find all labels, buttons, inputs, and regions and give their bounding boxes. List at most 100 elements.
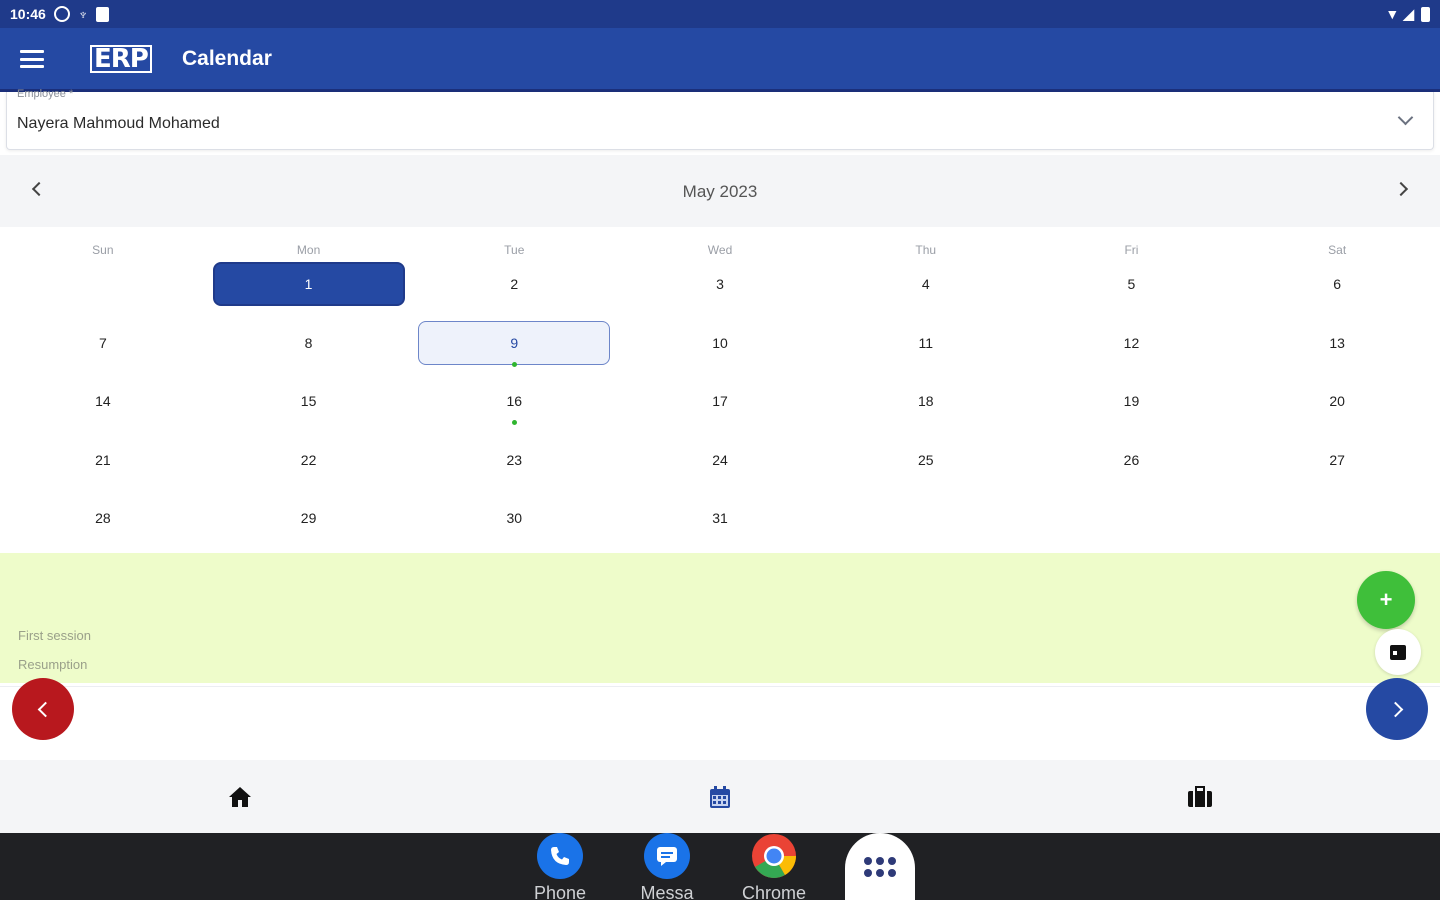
calendar-day[interactable]: 22 bbox=[206, 434, 412, 493]
calendar-day-cell[interactable]: 21 bbox=[7, 438, 199, 482]
dock-label: Phone bbox=[533, 883, 587, 903]
weekday-label: Sat bbox=[1328, 243, 1347, 257]
month-title: May 2023 bbox=[682, 182, 758, 201]
add-event-button[interactable]: + bbox=[1357, 571, 1415, 629]
calendar-day[interactable]: 5 bbox=[1029, 258, 1235, 317]
calendar-day-cell[interactable]: 12 bbox=[1035, 321, 1227, 365]
nav-calendar[interactable] bbox=[480, 760, 960, 833]
page-title: Calendar bbox=[182, 47, 272, 70]
calendar-day-cell[interactable]: 5 bbox=[1035, 262, 1227, 306]
chevron-left-icon bbox=[37, 701, 53, 717]
calendar-day[interactable]: 13 bbox=[1234, 317, 1440, 376]
calendar-day-cell[interactable]: 7 bbox=[7, 321, 199, 365]
phone-icon bbox=[537, 833, 583, 879]
calendar-day-cell[interactable]: 30 bbox=[418, 496, 610, 540]
chevron-down-icon[interactable] bbox=[1397, 109, 1414, 126]
calendar-day-cell[interactable]: 23 bbox=[418, 438, 610, 482]
event-item[interactable]: First session bbox=[18, 628, 91, 643]
nav-work[interactable] bbox=[960, 760, 1440, 833]
calendar-week-row: 28 29 30 31 bbox=[0, 492, 1440, 551]
calendar-day-cell[interactable]: 9 bbox=[418, 320, 611, 365]
employee-value: Nayera Mahmoud Mohamed bbox=[17, 115, 220, 132]
calendar-week-row: 7 8 9 10 11 12 13 bbox=[0, 317, 1440, 376]
calendar-day[interactable]: 12 bbox=[1029, 317, 1235, 376]
calendar-day-cell[interactable]: 13 bbox=[1241, 321, 1433, 365]
apps-grid-icon bbox=[864, 856, 896, 877]
calendar-day[interactable]: 26 bbox=[1029, 434, 1235, 493]
menu-icon[interactable] bbox=[20, 50, 44, 68]
calendar-day-cell[interactable]: 27 bbox=[1241, 438, 1433, 482]
calendar-day[interactable]: 11 bbox=[823, 317, 1029, 376]
usb-icon: ♆ bbox=[77, 6, 89, 22]
calendar-day-cell[interactable]: 26 bbox=[1035, 438, 1227, 482]
calendar-day[interactable]: 15 bbox=[206, 375, 412, 434]
calendar-day-cell[interactable]: 2 bbox=[418, 262, 610, 306]
calendar-day[interactable]: 10 bbox=[617, 317, 823, 376]
dock-app-phone[interactable]: Phone bbox=[515, 833, 605, 904]
calendar-day[interactable]: 2 bbox=[411, 258, 617, 317]
calendar-day-cell[interactable]: 17 bbox=[624, 379, 816, 423]
calendar-day[interactable]: 14 bbox=[0, 375, 206, 434]
app-drawer-button[interactable] bbox=[845, 833, 915, 900]
home-icon bbox=[229, 786, 251, 807]
calendar-day[interactable]: 23 bbox=[411, 434, 617, 493]
calendar-day[interactable]: 21 bbox=[0, 434, 206, 493]
previous-button[interactable] bbox=[12, 678, 74, 740]
calendar-day[interactable]: 18 bbox=[823, 375, 1029, 434]
chrome-icon bbox=[751, 833, 797, 879]
calendar-day-cell[interactable]: 19 bbox=[1035, 379, 1227, 423]
calendar-day[interactable]: 28 bbox=[0, 492, 206, 551]
calendar-day[interactable]: 7 bbox=[0, 317, 206, 376]
dock-app-messages[interactable]: Messa bbox=[622, 833, 712, 904]
calendar-day[interactable]: 9 bbox=[411, 317, 617, 376]
event-item[interactable]: Resumption bbox=[18, 657, 87, 672]
calendar-view-button[interactable] bbox=[1375, 629, 1421, 675]
wifi-icon: ▼ bbox=[1385, 6, 1400, 22]
calendar-day[interactable]: 16 bbox=[411, 375, 617, 434]
calendar-day-cell[interactable]: 31 bbox=[624, 496, 816, 540]
calendar-day[interactable]: 30 bbox=[411, 492, 617, 551]
calendar-day-cell[interactable]: 10 bbox=[624, 321, 816, 365]
calendar-day[interactable]: 19 bbox=[1029, 375, 1235, 434]
calendar-day[interactable]: 24 bbox=[617, 434, 823, 493]
calendar-day-cell[interactable]: 20 bbox=[1241, 379, 1433, 423]
battery-icon bbox=[1421, 6, 1430, 22]
calendar-day[interactable]: 3 bbox=[617, 258, 823, 317]
next-button[interactable] bbox=[1366, 678, 1428, 740]
calendar-day-cell[interactable]: 15 bbox=[213, 379, 405, 423]
calendar-day[interactable]: 8 bbox=[206, 317, 412, 376]
calendar-day-cell[interactable]: 18 bbox=[830, 379, 1022, 423]
weekday-label: Sun bbox=[92, 243, 114, 257]
calendar-day-cell[interactable]: 4 bbox=[830, 262, 1022, 306]
calendar-day-cell[interactable]: 8 bbox=[213, 321, 405, 365]
dock-app-chrome[interactable]: Chrome bbox=[729, 833, 819, 904]
nav-home[interactable] bbox=[0, 760, 480, 833]
calendar-day[interactable]: 27 bbox=[1234, 434, 1440, 493]
calendar-day-cell[interactable]: 1 bbox=[212, 262, 405, 306]
calendar-day-cell[interactable]: 14 bbox=[7, 379, 199, 423]
calendar-day[interactable]: 25 bbox=[823, 434, 1029, 493]
calendar-day-cell[interactable]: 6 bbox=[1241, 262, 1433, 306]
calendar-day-cell[interactable]: 25 bbox=[830, 438, 1022, 482]
status-time: 10:46 bbox=[10, 6, 46, 22]
calendar-day-cell[interactable]: 29 bbox=[213, 496, 405, 540]
events-panel: First session Resumption bbox=[0, 553, 1440, 683]
calendar-day-cell[interactable]: 16 bbox=[418, 379, 610, 423]
calendar-day[interactable]: 4 bbox=[823, 258, 1029, 317]
calendar-day[interactable]: 31 bbox=[617, 492, 823, 551]
employee-select[interactable]: Employee * Nayera Mahmoud Mohamed bbox=[6, 88, 1434, 150]
weekday-label: Fri bbox=[1124, 243, 1139, 257]
calendar-day-cell[interactable]: 22 bbox=[213, 438, 405, 482]
calendar-day-cell[interactable]: 3 bbox=[624, 262, 816, 306]
calendar-day[interactable]: 20 bbox=[1234, 375, 1440, 434]
calendar-day-cell[interactable]: 28 bbox=[7, 496, 199, 540]
calendar-day-cell[interactable]: 11 bbox=[830, 321, 1022, 365]
calendar-day[interactable]: 6 bbox=[1234, 258, 1440, 317]
calendar-day[interactable]: 17 bbox=[617, 375, 823, 434]
calendar-grid: 1 2 3 4 5 6 7 8 9 10 11 12 13 14 15 16 17 18 19 20 21 22 23 24 2… bbox=[0, 258, 1440, 551]
calendar-week-row: 21 22 23 24 25 26 27 bbox=[0, 434, 1440, 493]
calendar-day[interactable]: 29 bbox=[206, 492, 412, 551]
calendar-day-cell[interactable]: 24 bbox=[624, 438, 816, 482]
dock-label: Messa bbox=[640, 883, 694, 903]
calendar-day[interactable]: 1 bbox=[206, 258, 412, 317]
